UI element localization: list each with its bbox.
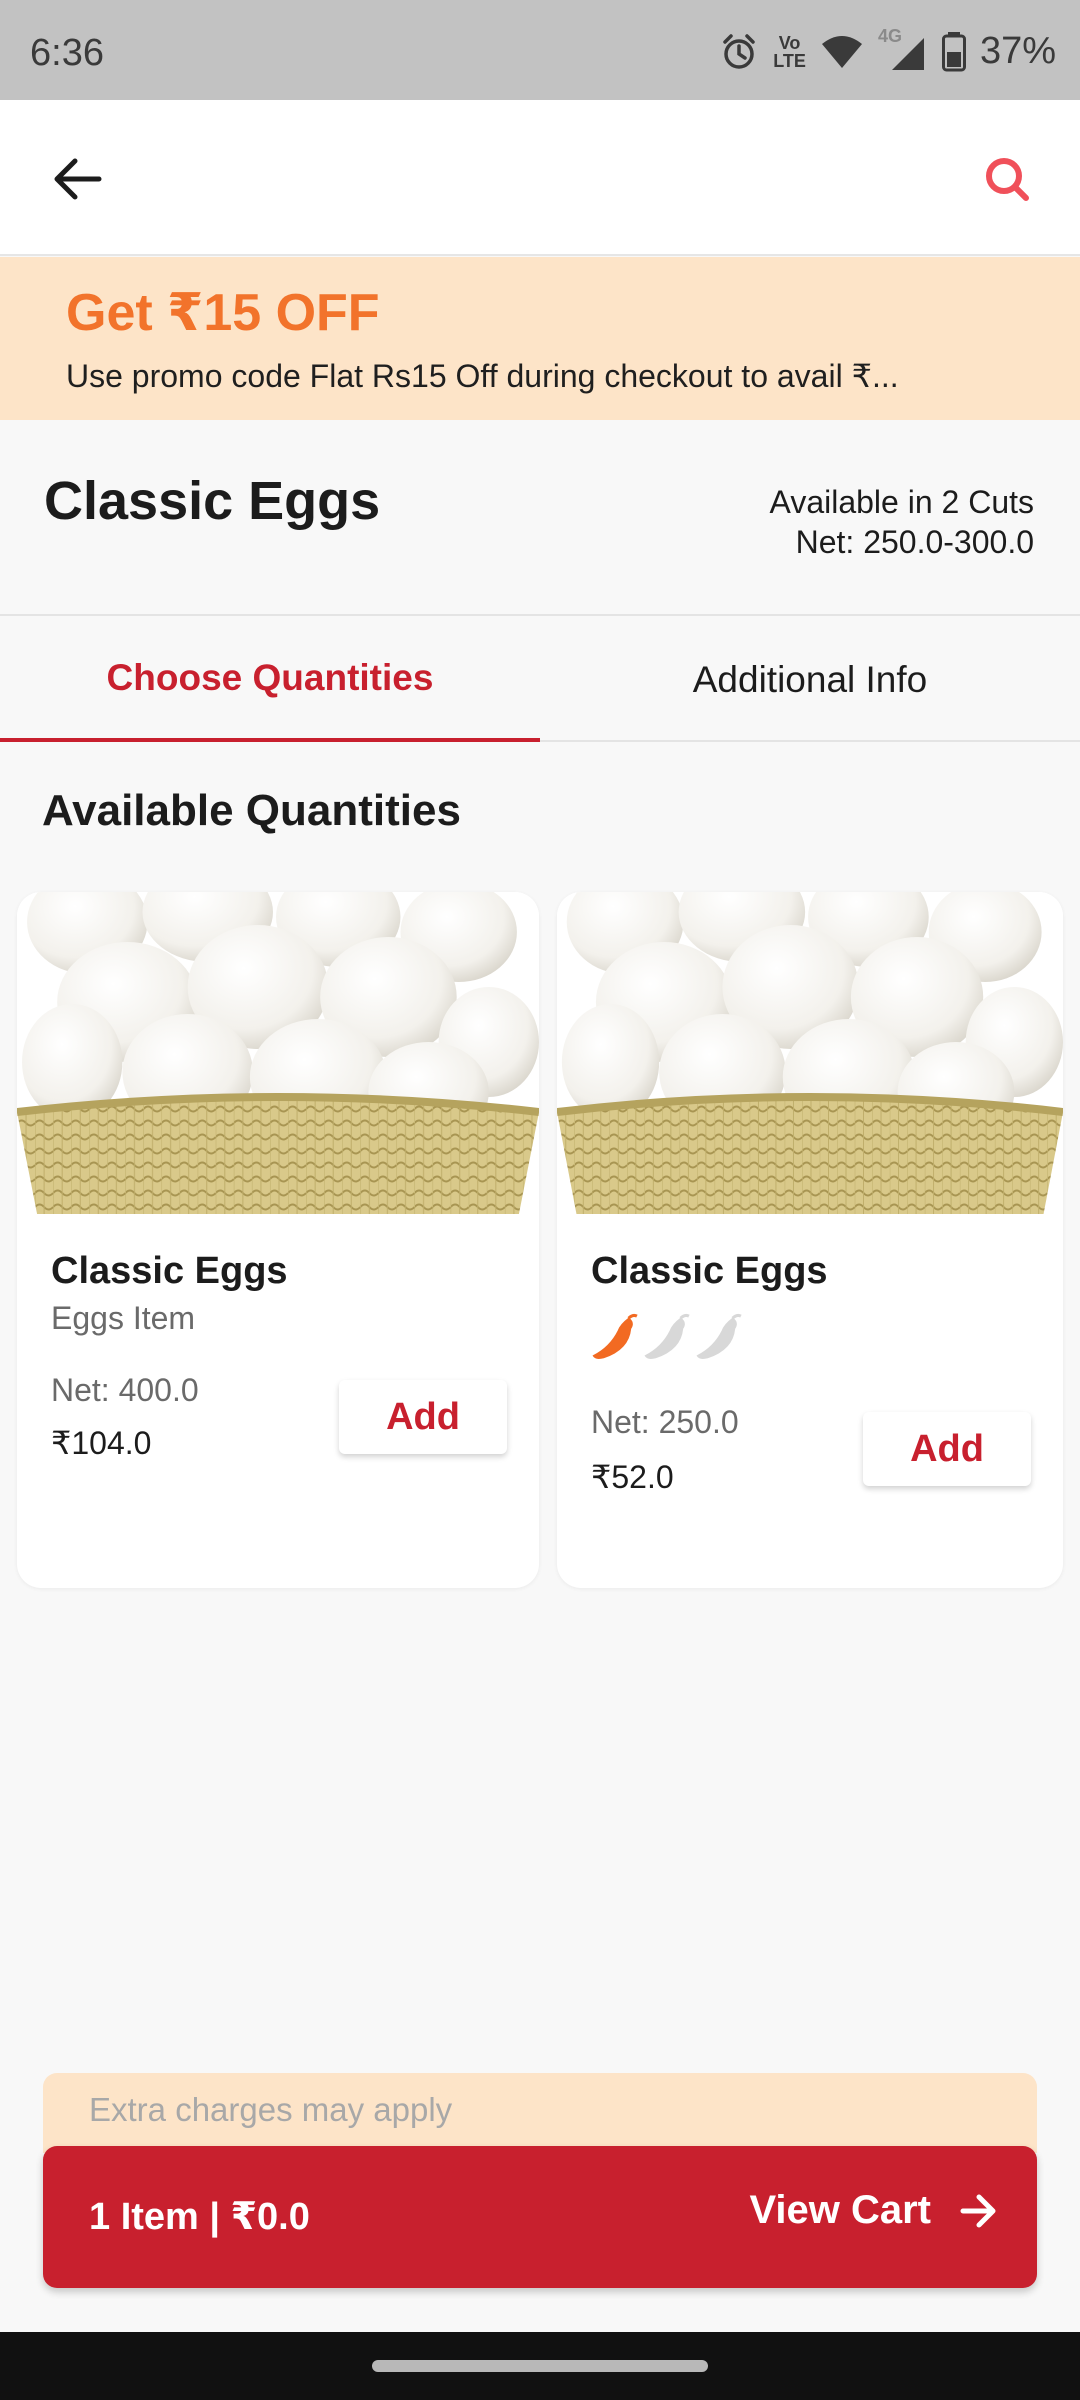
volte-icon: Vo LTE — [773, 32, 806, 71]
view-cart-label: View Cart — [749, 2188, 931, 2232]
status-bar: 6:36 Vo LTE 4G 37% — [0, 0, 1080, 100]
arrow-left-icon — [54, 158, 102, 200]
product-name: Classic Eggs — [44, 471, 381, 531]
battery-icon — [941, 31, 966, 71]
view-cart-bar[interactable]: 1 Item | ₹0.0 View Cart — [43, 2146, 1037, 2288]
card-price: ₹52.0 — [591, 1459, 674, 1495]
search-button[interactable] — [974, 146, 1040, 212]
quantity-card[interactable]: Classic Eggs Eggs Item Net: 400.0 ₹104.0… — [17, 892, 539, 1588]
system-nav-bar — [0, 2332, 1080, 2400]
card-title: Classic Eggs — [591, 1250, 828, 1292]
status-time: 6:36 — [30, 32, 104, 74]
card-net: Net: 400.0 — [51, 1372, 199, 1408]
cuts-count: Available in 2 Cuts — [769, 484, 1034, 520]
section-title: Available Quantities — [42, 786, 461, 835]
tab-bar: Choose Quantities Additional Info — [0, 618, 1080, 742]
back-button[interactable] — [44, 146, 110, 212]
chili-icon — [587, 1312, 639, 1364]
extra-charges-text: Extra charges may apply — [89, 2091, 453, 2128]
chili-icon — [639, 1312, 691, 1364]
card-title: Classic Eggs — [51, 1250, 288, 1292]
card-net: Net: 250.0 — [591, 1404, 739, 1440]
app-bar — [0, 100, 1080, 256]
arrow-right-icon — [960, 2194, 996, 2227]
promo-subtitle: Use promo code Flat Rs15 Off during chec… — [66, 358, 899, 394]
tab-choose-quantities[interactable]: Choose Quantities — [0, 618, 540, 742]
promo-banner[interactable]: Get ₹15 OFF Use promo code Flat Rs15 Off… — [0, 257, 1080, 420]
battery-percent: 37% — [979, 30, 1056, 72]
card-subtitle: Eggs Item — [51, 1300, 196, 1336]
eggs-basket-image — [17, 892, 539, 1214]
net-range: Net: 250.0-300.0 — [795, 524, 1034, 560]
cuts-info: Available in 2 Cuts Net: 250.0-300.0 — [770, 482, 1034, 562]
chili-icon — [691, 1312, 743, 1364]
spice-level — [587, 1312, 743, 1364]
alarm-icon — [723, 33, 756, 69]
tab-additional-info[interactable]: Additional Info — [540, 618, 1080, 742]
quantity-card[interactable]: Classic Eggs Net: 250.0 ₹52.0 Add — [557, 892, 1063, 1588]
promo-title: Get ₹15 OFF — [66, 284, 380, 342]
status-icons: Vo LTE 4G 37% — [719, 26, 1056, 73]
add-button[interactable]: Add — [863, 1412, 1031, 1486]
eggs-basket-image — [557, 892, 1063, 1214]
cart-summary: 1 Item | ₹0.0 — [89, 2196, 310, 2238]
wifi-icon — [821, 35, 862, 68]
view-cart-button[interactable]: View Cart — [749, 2188, 999, 2233]
product-header: Classic Eggs Available in 2 Cuts Net: 25… — [0, 420, 1080, 616]
card-price: ₹104.0 — [51, 1425, 152, 1461]
extra-charges-note: Extra charges may apply — [43, 2073, 1037, 2153]
add-button[interactable]: Add — [339, 1380, 507, 1454]
search-icon — [986, 158, 1029, 201]
home-handle[interactable] — [372, 2360, 708, 2372]
signal-icon: 4G — [878, 26, 928, 72]
